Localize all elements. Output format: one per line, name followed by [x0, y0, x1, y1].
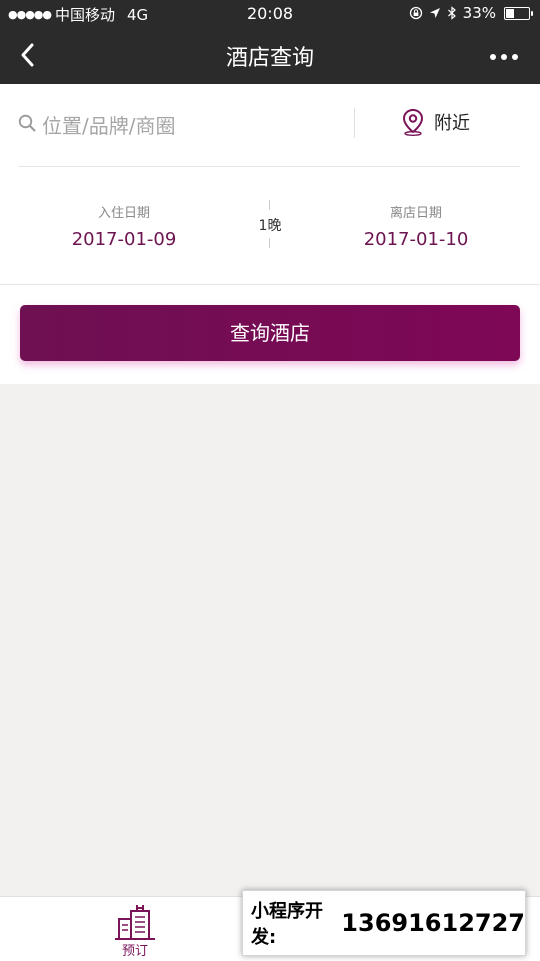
status-right: 33%: [409, 4, 533, 22]
search-hotel-button[interactable]: 查询酒店: [20, 305, 520, 361]
rotation-lock-icon: [409, 6, 422, 20]
search-icon: [18, 114, 36, 132]
checkout-label: 离店日期: [389, 206, 442, 221]
battery-percent: 33%: [462, 4, 496, 22]
nearby-label: 附近: [434, 113, 470, 134]
checkin-date[interactable]: 入住日期 2017-01-09: [24, 202, 224, 250]
status-bar: ●●●●● 中国移动 4G 20:08 33%: [0, 0, 540, 28]
nights-line-top: [269, 200, 270, 210]
battery-icon: [504, 6, 533, 20]
search-input[interactable]: [40, 110, 344, 142]
nights-line-bottom: [269, 238, 270, 248]
battery-level: [506, 8, 514, 18]
checkin-label: 入住日期: [97, 206, 150, 221]
nav-bar: 酒店查询: [0, 28, 540, 84]
checkout-value: 2017-01-10: [363, 229, 469, 250]
hotel-building-icon: [115, 905, 155, 940]
more-dot: [490, 54, 496, 60]
checkin-value: 2017-01-09: [71, 229, 177, 250]
page-title: 酒店查询: [225, 46, 314, 71]
promo-label: 小程序开发:: [251, 901, 323, 948]
nearby-button[interactable]: 附近: [400, 108, 470, 136]
panel-divider: [0, 284, 540, 285]
search-divider: [354, 108, 355, 138]
bluetooth-icon: [447, 6, 456, 20]
tab-book[interactable]: 预订: [85, 897, 185, 961]
nights-indicator: 1晚: [250, 198, 290, 248]
more-dot: [501, 54, 507, 60]
checkout-date[interactable]: 离店日期 2017-01-10: [316, 202, 516, 250]
map-pin-icon: [402, 108, 424, 136]
more-options-icon[interactable]: [490, 54, 518, 60]
nights-count: 1晚: [258, 218, 282, 234]
location-arrow-icon: [429, 8, 440, 18]
search-row: 附近: [18, 84, 520, 167]
more-dot: [512, 54, 518, 60]
promo-watermark: 小程序开发: 13691612727: [242, 890, 526, 956]
tab-book-label: 预订: [121, 944, 148, 959]
promo-phone: 13691612727: [341, 909, 525, 937]
search-panel: 附近 入住日期 2017-01-09 1晚 离店日期 2017-01-10 查询…: [0, 84, 540, 384]
